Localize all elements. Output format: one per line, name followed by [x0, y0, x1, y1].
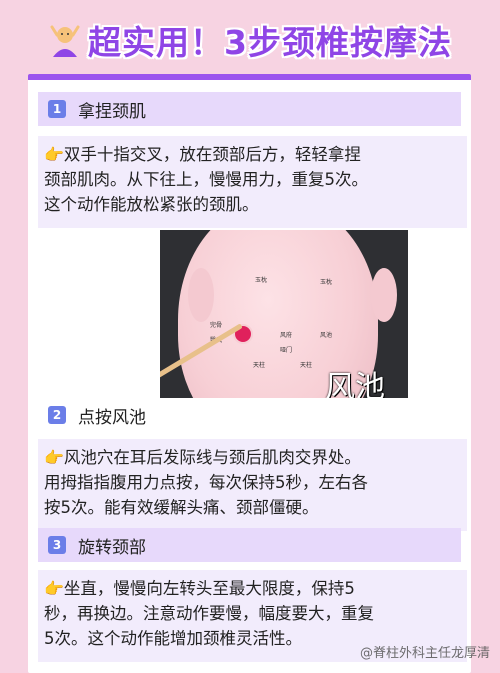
section-2-line-2: 用拇指指腹用力点按，每次保持5秒，左右各	[44, 473, 368, 492]
section-3-number: 3	[48, 536, 66, 554]
section-1-title: 拿捏颈肌	[78, 101, 146, 122]
page: 超实用！3步颈椎按摩法 1 拿捏颈肌 👉双手十指交叉，放在颈部后方，轻轻拿捏 颈…	[0, 0, 500, 673]
section-1-body: 👉双手十指交叉，放在颈部后方，轻轻拿捏 颈部肌肉。从下往上，慢慢用力，重复5次。…	[38, 136, 467, 228]
model-label: 天柱	[253, 362, 266, 369]
model-label: 风府	[280, 332, 293, 339]
section-3-header: 3 旋转颈部	[38, 528, 461, 562]
section-2-title: 点按风池	[78, 407, 146, 428]
section-1-line-1: 👉双手十指交叉，放在颈部后方，轻轻拿捏	[44, 145, 361, 164]
model-ear-right	[371, 268, 397, 322]
section-2-header: 2 点按风池	[38, 398, 461, 432]
section-2-body: 👉风池穴在耳后发际线与颈后肌肉交界处。 用拇指指腹用力点按，每次保持5秒，左右各…	[38, 439, 467, 531]
model-label: 哑门	[280, 347, 293, 354]
pointing-hand-icon: 👉	[44, 579, 64, 598]
model-label: 完骨	[210, 322, 223, 329]
model-label: 风池	[320, 332, 333, 339]
section-1-number: 1	[48, 100, 66, 118]
section-3-line-2: 秒，再换边。注意动作要慢，幅度要大，重复	[44, 604, 374, 623]
page-header: 超实用！3步颈椎按摩法	[0, 10, 500, 70]
massage-person-icon	[50, 25, 80, 57]
section-1-line-3: 这个动作能放松紧张的颈肌。	[44, 195, 259, 214]
pointing-hand-icon: 👉	[44, 448, 64, 467]
model-label: 天柱	[300, 362, 313, 369]
watermark: @脊柱外科主任龙厚清	[359, 646, 490, 661]
section-2-line-1: 👉风池穴在耳后发际线与颈后肌肉交界处。	[44, 448, 361, 467]
pointing-hand-icon: 👉	[44, 145, 64, 164]
model-label: 玉枕	[255, 277, 268, 284]
page-title: 超实用！3步颈椎按摩法	[88, 23, 452, 62]
section-2-line-3: 按5次。能有效缓解头痛、颈部僵硬。	[44, 498, 319, 517]
model-label: 玉枕	[320, 279, 333, 286]
section-3-title: 旋转颈部	[78, 537, 146, 558]
content-card: 1 拿捏颈肌 👉双手十指交叉，放在颈部后方，轻轻拿捏 颈部肌肉。从下往上，慢慢用…	[28, 74, 471, 673]
section-1-header: 1 拿捏颈肌	[38, 92, 461, 126]
acupoint-photo: 玉枕 玉枕 风府 风池 哑门 天柱 天柱 完骨 翳风 风池	[160, 230, 408, 420]
model-ear-left	[188, 268, 214, 322]
section-1-line-2: 颈部肌肉。从下往上，慢慢用力，重复5次。	[44, 170, 368, 189]
section-2-number: 2	[48, 406, 66, 424]
section-3-line-1: 👉坐直，慢慢向左转头至最大限度，保持5	[44, 579, 355, 598]
